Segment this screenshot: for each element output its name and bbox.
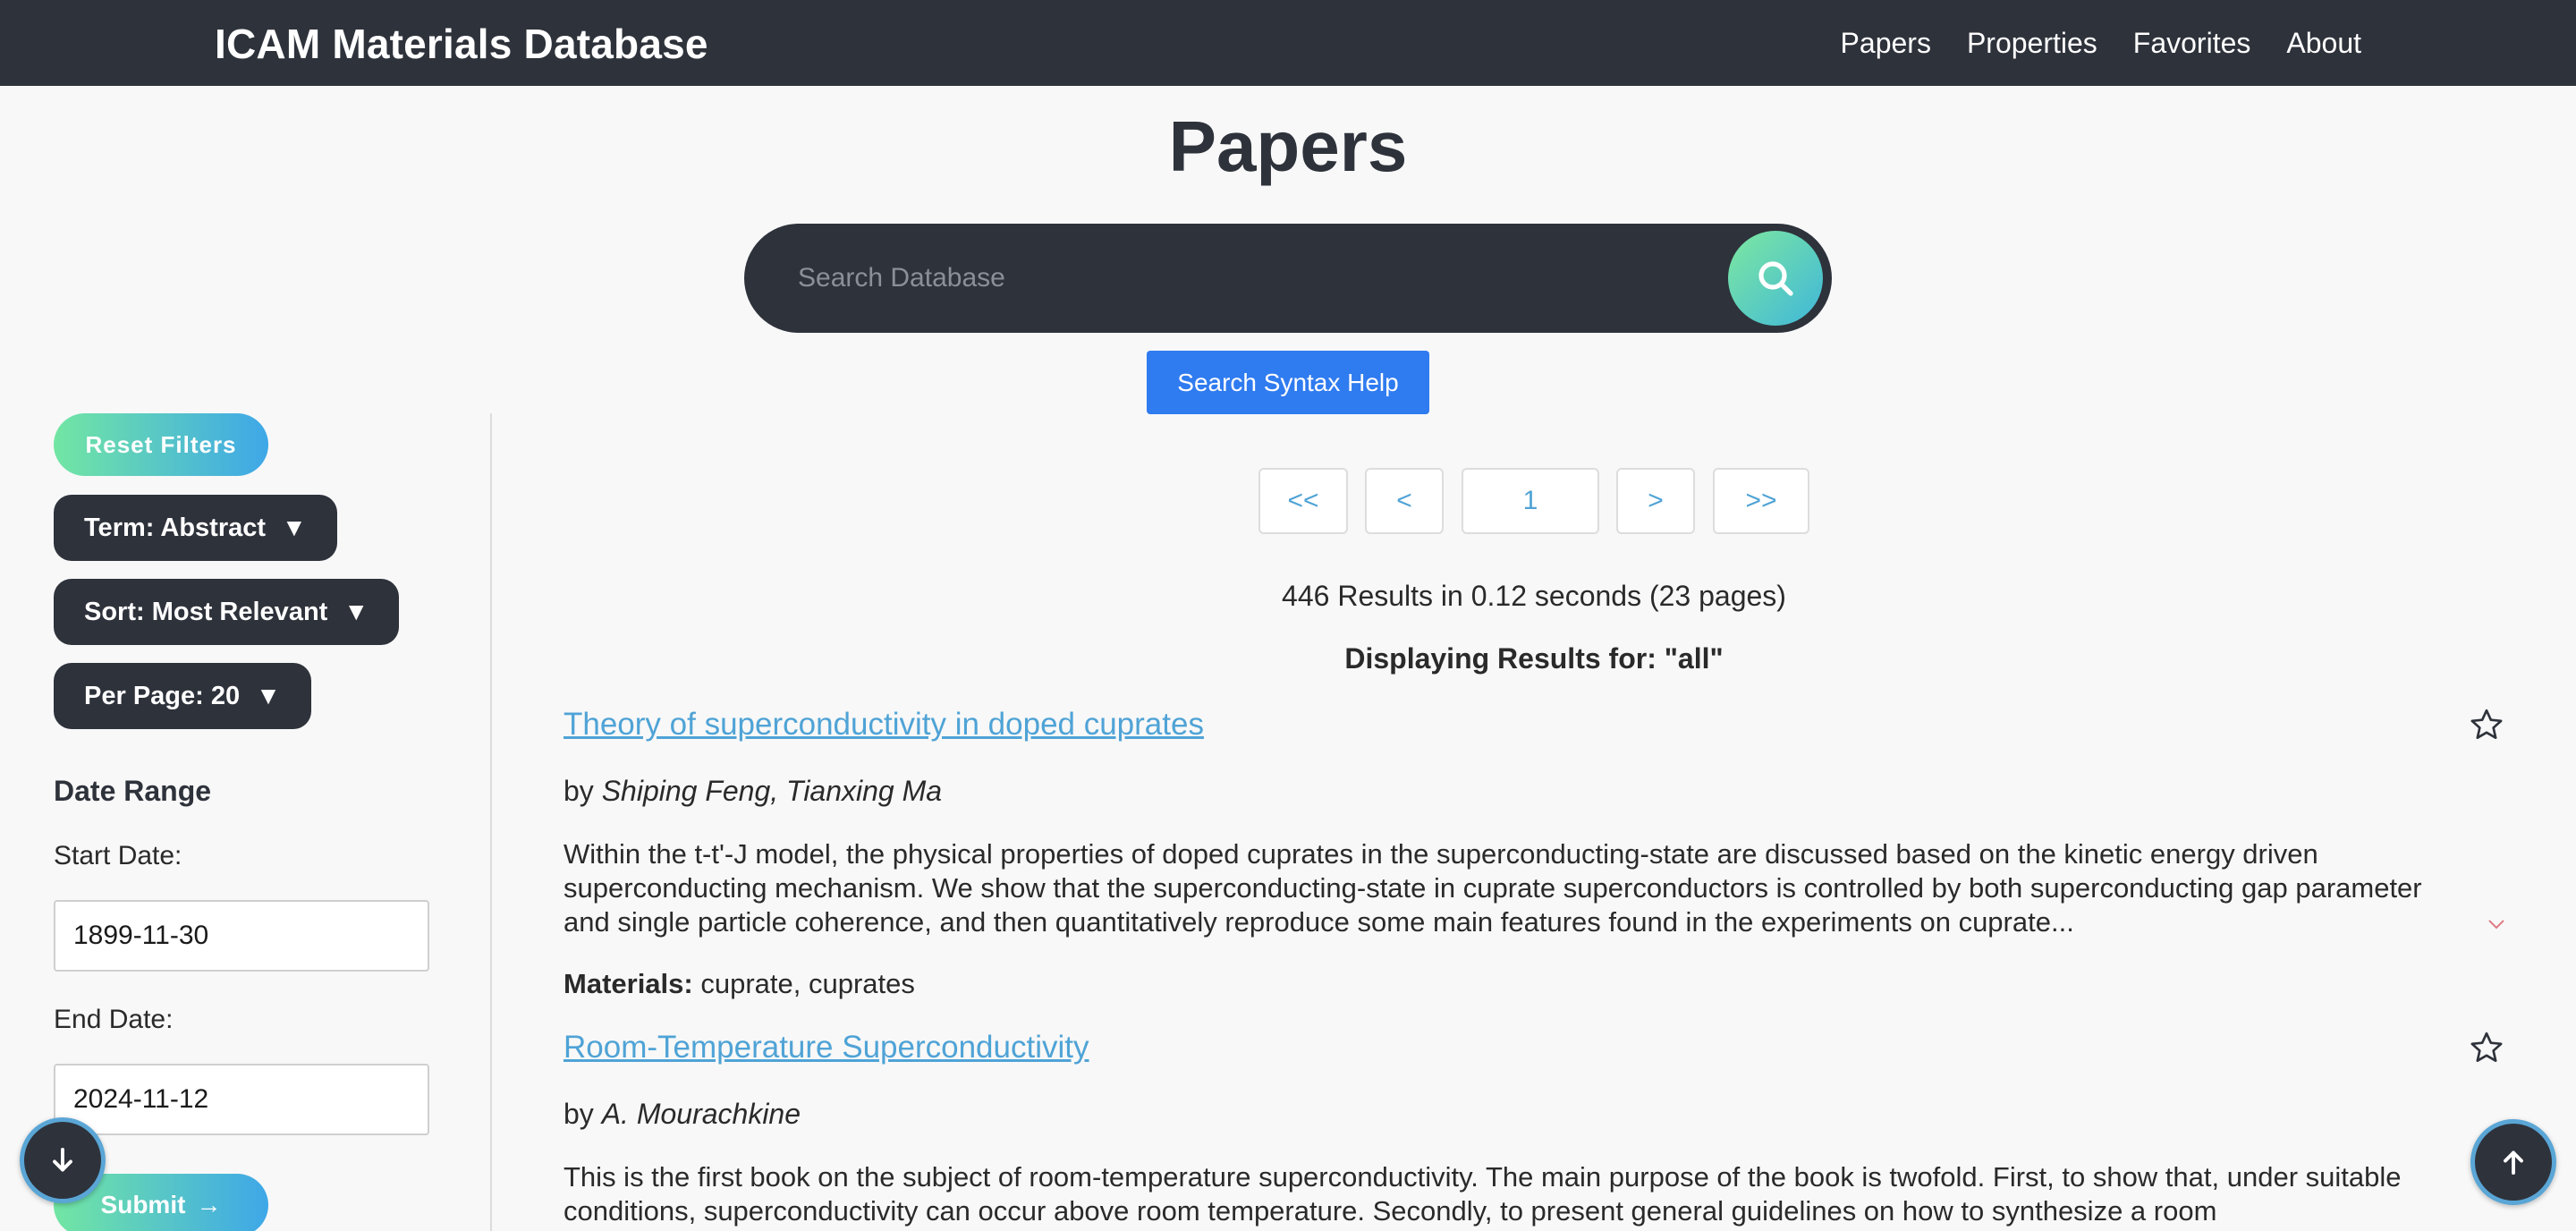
arrow-down-icon [53,1148,72,1172]
by-label: by [564,1098,594,1130]
star-outline-icon[interactable] [2469,707,2504,743]
paper-title-link[interactable]: Theory of superconductivity in doped cup… [564,707,1204,743]
star-outline-icon[interactable] [2469,1030,2504,1065]
nav-links: Papers Properties Favorites About [1841,27,2361,60]
caret-down-icon: ▼ [282,514,307,541]
search-button[interactable] [1728,231,1823,326]
term-dropdown-label: Term: Abstract [84,513,267,542]
date-range-heading: Date Range [54,775,212,807]
search-syntax-help-button[interactable]: Search Syntax Help [1147,351,1429,414]
paper-materials: Materials: cuprate, cuprates [564,968,915,1000]
paper-authors: by A. Mourachkine [564,1098,801,1131]
paper-abstract: This is the first book on the subject of… [564,1161,2402,1227]
caret-down-icon: ▼ [343,598,369,625]
sort-dropdown-label: Sort: Most Relevant [84,597,328,626]
arrow-up-icon [2504,1150,2523,1175]
next-page-button[interactable]: > [1616,468,1695,534]
end-date-field[interactable] [54,1064,429,1135]
sidebar-divider [490,413,492,1231]
nav-link-about[interactable]: About [2286,27,2361,60]
nav-link-properties[interactable]: Properties [1967,27,2097,60]
start-date-field[interactable] [54,900,429,972]
start-date-label: Start Date: [54,841,182,870]
brand-title[interactable]: ICAM Materials Database [215,20,708,68]
search-icon [1758,261,1793,296]
first-page-button[interactable]: << [1258,468,1348,534]
sort-dropdown[interactable]: Sort: Most Relevant ▼ [54,579,400,645]
current-page-input[interactable]: 1 [1462,468,1599,534]
per-page-dropdown-label: Per Page: 20 [84,681,241,710]
search-input[interactable] [798,224,1692,333]
prev-page-button[interactable]: < [1365,468,1444,534]
end-date-label: End Date: [54,1005,174,1034]
authors-names: A. Mourachkine [601,1098,801,1130]
authors-names: Shiping Feng, Tianxing Ma [601,775,943,807]
per-page-dropdown[interactable]: Per Page: 20 ▼ [54,663,311,729]
scroll-to-top-button[interactable] [2470,1119,2556,1205]
chevron-down-icon[interactable] [2487,918,2506,930]
arrow-right-icon: → [196,1191,222,1218]
last-page-button[interactable]: >> [1713,468,1809,534]
paper-authors: by Shiping Feng, Tianxing Ma [564,775,942,808]
nav-link-favorites[interactable]: Favorites [2133,27,2251,60]
materials-label: Materials: [564,968,693,999]
results-summary: 446 Results in 0.12 seconds (23 pages) [1282,580,1786,612]
term-dropdown[interactable]: Term: Abstract ▼ [54,495,337,561]
results-query-label: Displaying Results for: "all" [1344,642,1724,675]
paper-abstract: Within the t-t'-J model, the physical pr… [564,838,2422,938]
submit-label: Submit [100,1191,186,1218]
scroll-down-button[interactable] [20,1117,106,1203]
paper-title-link[interactable]: Room-Temperature Superconductivity [564,1030,1089,1065]
nav-link-papers[interactable]: Papers [1841,27,1931,60]
caret-down-icon: ▼ [256,682,281,709]
navbar: ICAM Materials Database Papers Propertie… [0,0,2576,86]
page-title: Papers [1168,106,1408,186]
reset-filters-button[interactable]: Reset Filters [54,413,268,476]
search-bar [744,224,1832,333]
by-label: by [564,775,594,807]
materials-values: cuprate, cuprates [700,968,915,999]
